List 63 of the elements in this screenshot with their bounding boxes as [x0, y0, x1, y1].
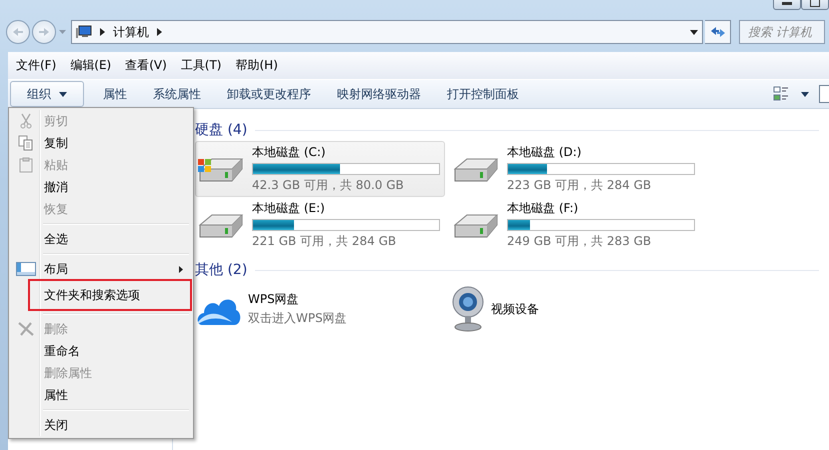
- menu-item[interactable]: 复制: [11, 132, 191, 154]
- search-field[interactable]: 搜索 计算机: [739, 20, 825, 44]
- preview-pane-icon[interactable]: [819, 85, 829, 103]
- menu-bar-item[interactable]: 查看(V): [121, 57, 171, 74]
- chevron-icon[interactable]: [100, 28, 105, 36]
- group-header: 硬盘 (4): [195, 121, 248, 139]
- scissors-icon: [20, 113, 32, 129]
- item-name: 本地磁盘 (C:): [252, 144, 327, 161]
- forward-arrow-icon: [38, 27, 50, 37]
- menu-bar-item[interactable]: 帮助(H): [232, 57, 282, 74]
- restore-button[interactable]: [801, 0, 829, 10]
- drive-tile[interactable]: 本地磁盘 (C:) 42.3 GB 可用，共 80.0 GB: [195, 141, 445, 197]
- caret-icon[interactable]: [801, 92, 809, 96]
- item-name: 本地磁盘 (E:): [252, 200, 326, 217]
- toolbar-button[interactable]: 映射网络驱动器: [324, 81, 434, 107]
- menu-bar-item[interactable]: 工具(T): [176, 57, 226, 74]
- drive-tile[interactable]: 本地磁盘 (E:) 221 GB 可用，共 284 GB: [195, 197, 445, 253]
- minimize-button[interactable]: [773, 0, 801, 10]
- device-tile[interactable]: WPS网盘 双击进入WPS网盘: [195, 281, 445, 337]
- menu-item[interactable]: 属性: [11, 384, 191, 406]
- item-detail: 223 GB 可用，共 284 GB: [507, 177, 652, 194]
- group-header: 其他 (2): [195, 261, 248, 279]
- chevron-icon[interactable]: [157, 28, 162, 36]
- menu-item[interactable]: 重命名: [11, 340, 191, 362]
- toolbar-button[interactable]: 系统属性: [140, 81, 214, 107]
- menu-item[interactable]: 全选: [11, 228, 191, 250]
- webcam-icon: [451, 286, 485, 332]
- refresh-button[interactable]: [705, 20, 731, 44]
- menu-bar-item[interactable]: 编辑(E): [66, 57, 116, 74]
- menu-item[interactable]: 关闭: [11, 414, 191, 436]
- menu-item[interactable]: 撤消: [11, 176, 191, 198]
- view-options-icon[interactable]: [773, 86, 791, 102]
- dropdown-arrow-icon[interactable]: [690, 30, 698, 34]
- clipboard-icon: [19, 157, 33, 173]
- item-detail: 249 GB 可用，共 283 GB: [507, 233, 652, 250]
- menu-item[interactable]: 文件夹和搜索选项: [29, 280, 191, 310]
- minimize-icon: [782, 2, 792, 4]
- item-name: WPS网盘: [248, 291, 300, 308]
- toolbar-button[interactable]: 打开控制面板: [434, 81, 532, 107]
- layout-icon: [16, 262, 36, 276]
- menu-bar-item[interactable]: 文件(F): [12, 57, 60, 74]
- item-name: 本地磁盘 (D:): [507, 144, 582, 161]
- refresh-icon: [710, 25, 726, 39]
- item-detail: 42.3 GB 可用，共 80.0 GB: [252, 177, 405, 194]
- toolbar-button[interactable]: 属性: [90, 81, 140, 107]
- copy-icon: [18, 135, 34, 151]
- drive-tile[interactable]: 本地磁盘 (F:) 249 GB 可用，共 283 GB: [450, 197, 700, 253]
- item-name: 本地磁盘 (F:): [507, 200, 580, 217]
- computer-icon: [76, 25, 92, 39]
- menu-item[interactable]: 布局: [11, 258, 191, 280]
- breadcrumb[interactable]: 计算机: [113, 24, 149, 40]
- delete-icon: [18, 322, 34, 336]
- item-detail: 双击进入WPS网盘: [248, 310, 347, 327]
- back-arrow-icon: [12, 27, 24, 37]
- drive-tile[interactable]: 本地磁盘 (D:) 223 GB 可用，共 284 GB: [450, 141, 700, 197]
- device-tile[interactable]: 视频设备: [450, 281, 700, 337]
- caret-icon: [59, 92, 67, 96]
- toolbar-button[interactable]: 卸载或更改程序: [214, 81, 324, 107]
- item-detail: 221 GB 可用，共 284 GB: [252, 233, 398, 250]
- organize-button[interactable]: 组织: [10, 81, 84, 107]
- address-bar[interactable]: 计算机: [71, 20, 703, 44]
- maximize-icon: [810, 0, 820, 7]
- item-name: 视频设备: [491, 300, 539, 318]
